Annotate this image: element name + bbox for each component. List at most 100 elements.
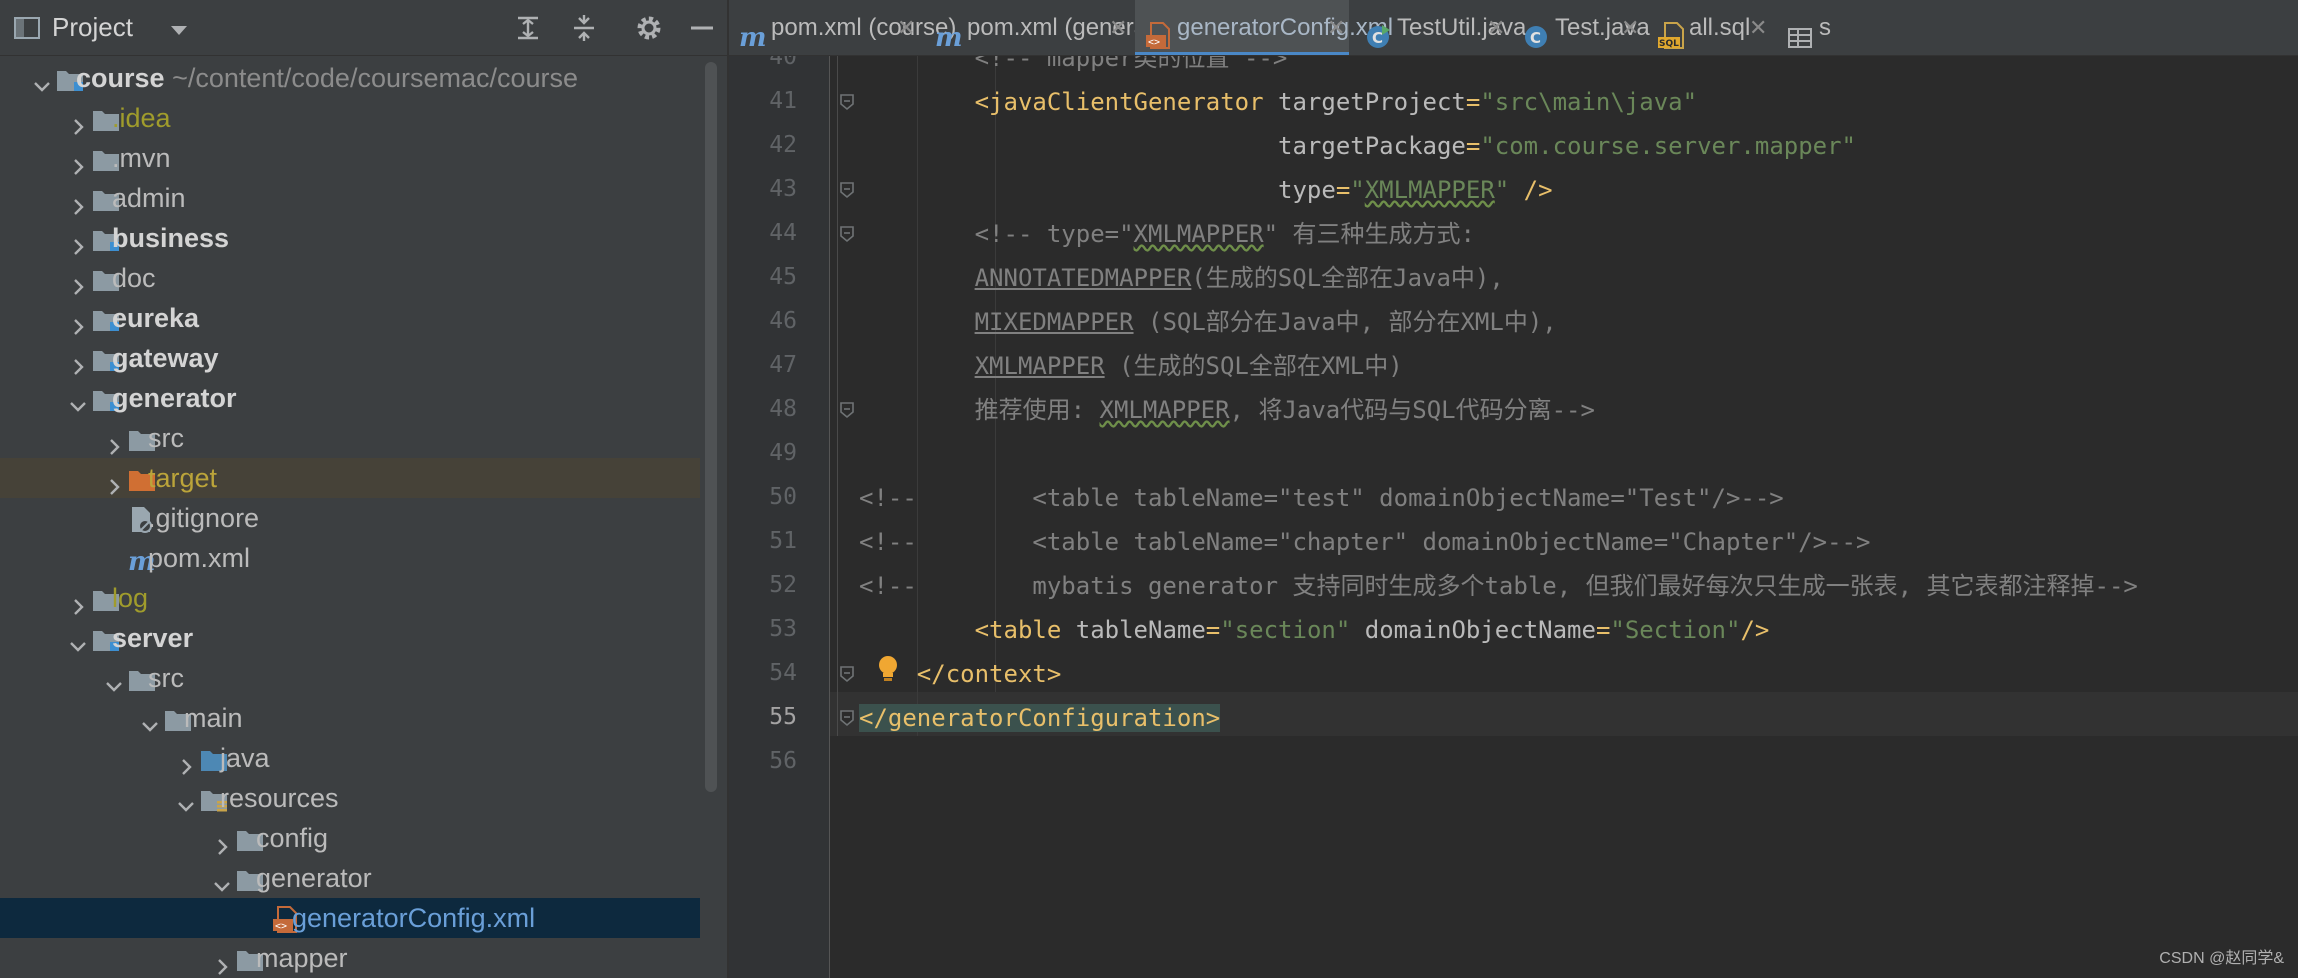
tab-pom-xml-generator[interactable]: m pom.xml (generator) ✕ xyxy=(925,0,1183,55)
chevron-right-icon[interactable] xyxy=(212,948,232,975)
tree-item-src[interactable]: src xyxy=(0,418,700,458)
tab-pom-xml-course[interactable]: m pom.xml (course) ✕ xyxy=(729,0,956,55)
expand-all-icon[interactable] xyxy=(512,12,544,44)
close-icon[interactable]: ✕ xyxy=(1109,0,1127,55)
tree-item-generatorconfig-xml[interactable]: <> generatorConfig.xml xyxy=(0,898,700,938)
fold-marker-icon[interactable] xyxy=(837,180,857,200)
chevron-right-icon[interactable] xyxy=(68,148,88,175)
code-line[interactable]: <javaClientGenerator targetProject="src\… xyxy=(859,80,1697,124)
project-view-icon[interactable] xyxy=(14,16,40,44)
project-scrollbar[interactable] xyxy=(705,62,717,792)
line-number[interactable]: 54 xyxy=(737,660,797,686)
tree-item-business[interactable]: business xyxy=(0,218,700,258)
line-number[interactable]: 41 xyxy=(737,88,797,114)
code-line[interactable]: ANNOTATEDMAPPER(生成的SQL全部在Java中), xyxy=(859,256,1504,300)
chevron-down-icon[interactable] xyxy=(68,388,88,412)
code-line[interactable]: <!-- mapper类的位置 --> xyxy=(859,56,1288,80)
tab-testutil-java[interactable]: C TestUtil.java ✕ xyxy=(1355,0,1526,55)
tree-item-admin[interactable]: admin xyxy=(0,178,700,218)
tree-item-src[interactable]: src xyxy=(0,658,700,698)
code-line[interactable]: <!-- type="XMLMAPPER" 有三种生成方式: xyxy=(859,212,1475,256)
line-number[interactable]: 51 xyxy=(737,528,797,554)
line-number[interactable]: 45 xyxy=(737,264,797,290)
tree-item-target[interactable]: target xyxy=(0,458,700,498)
code-line[interactable]: XMLMAPPER (生成的SQL全部在XML中) xyxy=(859,344,1403,388)
tree-item-gateway[interactable]: gateway xyxy=(0,338,700,378)
code-editor[interactable]: 40 41 42 43 44 45 46 47 48 49 50 51 52 53 54 55 56 <!-- … xyxy=(729,56,2298,978)
editor-gutter[interactable]: 40 41 42 43 44 45 46 47 48 49 50 51 52 53 54 55 56 xyxy=(729,56,829,978)
code-line[interactable]: </context> xyxy=(859,652,1062,696)
line-number[interactable]: 49 xyxy=(737,440,797,466)
tree-item-java[interactable]: java xyxy=(0,738,700,778)
tree-item-resources[interactable]: resources xyxy=(0,778,700,818)
line-number[interactable]: 56 xyxy=(737,748,797,774)
line-number[interactable]: 53 xyxy=(737,616,797,642)
chevron-down-icon[interactable] xyxy=(170,22,188,41)
tree-item-pom-xml[interactable]: m pom.xml xyxy=(0,538,700,578)
close-icon[interactable]: ✕ xyxy=(1749,0,1767,55)
hide-panel-icon[interactable] xyxy=(686,12,718,44)
fold-marker-icon[interactable] xyxy=(837,708,857,728)
tree-item-doc[interactable]: doc xyxy=(0,258,700,298)
tree-item-config[interactable]: config xyxy=(0,818,700,858)
line-number[interactable]: 48 xyxy=(737,396,797,422)
chevron-right-icon[interactable] xyxy=(68,188,88,215)
tree-item-idea[interactable]: .idea xyxy=(0,98,700,138)
tree-item-mvn[interactable]: .mvn xyxy=(0,138,700,178)
code-line[interactable]: 推荐使用: XMLMAPPER, 将Java代码与SQL代码分离--> xyxy=(859,388,1595,432)
line-number[interactable]: 47 xyxy=(737,352,797,378)
code-line[interactable]: MIXEDMAPPER (SQL部分在Java中, 部分在XML中), xyxy=(859,300,1557,344)
chevron-right-icon[interactable] xyxy=(68,348,88,375)
code-line[interactable]: targetPackage="com.course.server.mapper" xyxy=(859,124,1856,168)
chevron-down-icon[interactable] xyxy=(68,628,88,652)
tree-item-log[interactable]: log xyxy=(0,578,700,618)
fold-marker-icon[interactable] xyxy=(837,400,857,420)
tree-item-generator[interactable]: generator xyxy=(0,378,700,418)
tree-item-gitignore[interactable]: .gitignore xyxy=(0,498,700,538)
close-icon[interactable]: ✕ xyxy=(1327,0,1345,55)
line-number[interactable]: 40 xyxy=(737,56,797,70)
chevron-right-icon[interactable] xyxy=(68,588,88,615)
tab-generatorconfig-xml[interactable]: <> generatorConfig.xml ✕ xyxy=(1135,0,1393,55)
chevron-right-icon[interactable] xyxy=(68,268,88,295)
line-number[interactable]: 43 xyxy=(737,176,797,202)
line-number[interactable]: 55 xyxy=(737,704,797,730)
fold-marker-icon[interactable] xyxy=(837,92,857,112)
chevron-down-icon[interactable] xyxy=(140,708,160,732)
line-number[interactable]: 52 xyxy=(737,572,797,598)
chevron-right-icon[interactable] xyxy=(212,828,232,855)
code-line[interactable]: </generatorConfiguration> xyxy=(859,696,1221,740)
chevron-right-icon[interactable] xyxy=(68,228,88,255)
chevron-down-icon[interactable] xyxy=(104,668,124,692)
tab-s[interactable]: s xyxy=(1777,0,1837,55)
chevron-right-icon[interactable] xyxy=(176,748,196,775)
tree-item-eureka[interactable]: eureka xyxy=(0,298,700,338)
code-line[interactable]: <!-- <table tableName="test" domainObjec… xyxy=(859,476,1784,520)
chevron-down-icon[interactable] xyxy=(32,68,52,92)
line-number[interactable]: 44 xyxy=(737,220,797,246)
tree-item-course[interactable]: course ~/content/code/coursemac/course xyxy=(0,58,700,98)
project-panel-title[interactable]: Project xyxy=(52,12,133,43)
gear-icon[interactable] xyxy=(633,12,665,44)
chevron-down-icon[interactable] xyxy=(176,788,196,812)
line-number[interactable]: 50 xyxy=(737,484,797,510)
tree-item-mapper[interactable]: mapper xyxy=(0,938,700,978)
chevron-right-icon[interactable] xyxy=(68,308,88,335)
chevron-right-icon[interactable] xyxy=(68,108,88,135)
code-line[interactable]: <!-- <table tableName="chapter" domainOb… xyxy=(859,520,1870,564)
chevron-down-icon[interactable] xyxy=(212,868,232,892)
tab-all-sql[interactable]: SQL all.sql ✕ xyxy=(1647,0,1771,55)
chevron-right-icon[interactable] xyxy=(104,428,124,455)
tree-item-server[interactable]: server xyxy=(0,618,700,658)
chevron-right-icon[interactable] xyxy=(104,468,124,495)
code-line[interactable]: <!-- mybatis generator 支持同时生成多个table, 但我… xyxy=(859,564,2138,608)
tree-item-main[interactable]: main xyxy=(0,698,700,738)
code-line[interactable]: <table tableName="section" domainObjectN… xyxy=(859,608,1770,652)
close-icon[interactable]: ✕ xyxy=(1487,0,1505,55)
tab-test-java[interactable]: C Test.java ✕ xyxy=(1513,0,1650,55)
close-icon[interactable]: ✕ xyxy=(1621,0,1639,55)
collapse-all-icon[interactable] xyxy=(568,12,600,44)
line-number[interactable]: 42 xyxy=(737,132,797,158)
fold-marker-icon[interactable] xyxy=(837,224,857,244)
close-icon[interactable]: ✕ xyxy=(897,0,915,55)
